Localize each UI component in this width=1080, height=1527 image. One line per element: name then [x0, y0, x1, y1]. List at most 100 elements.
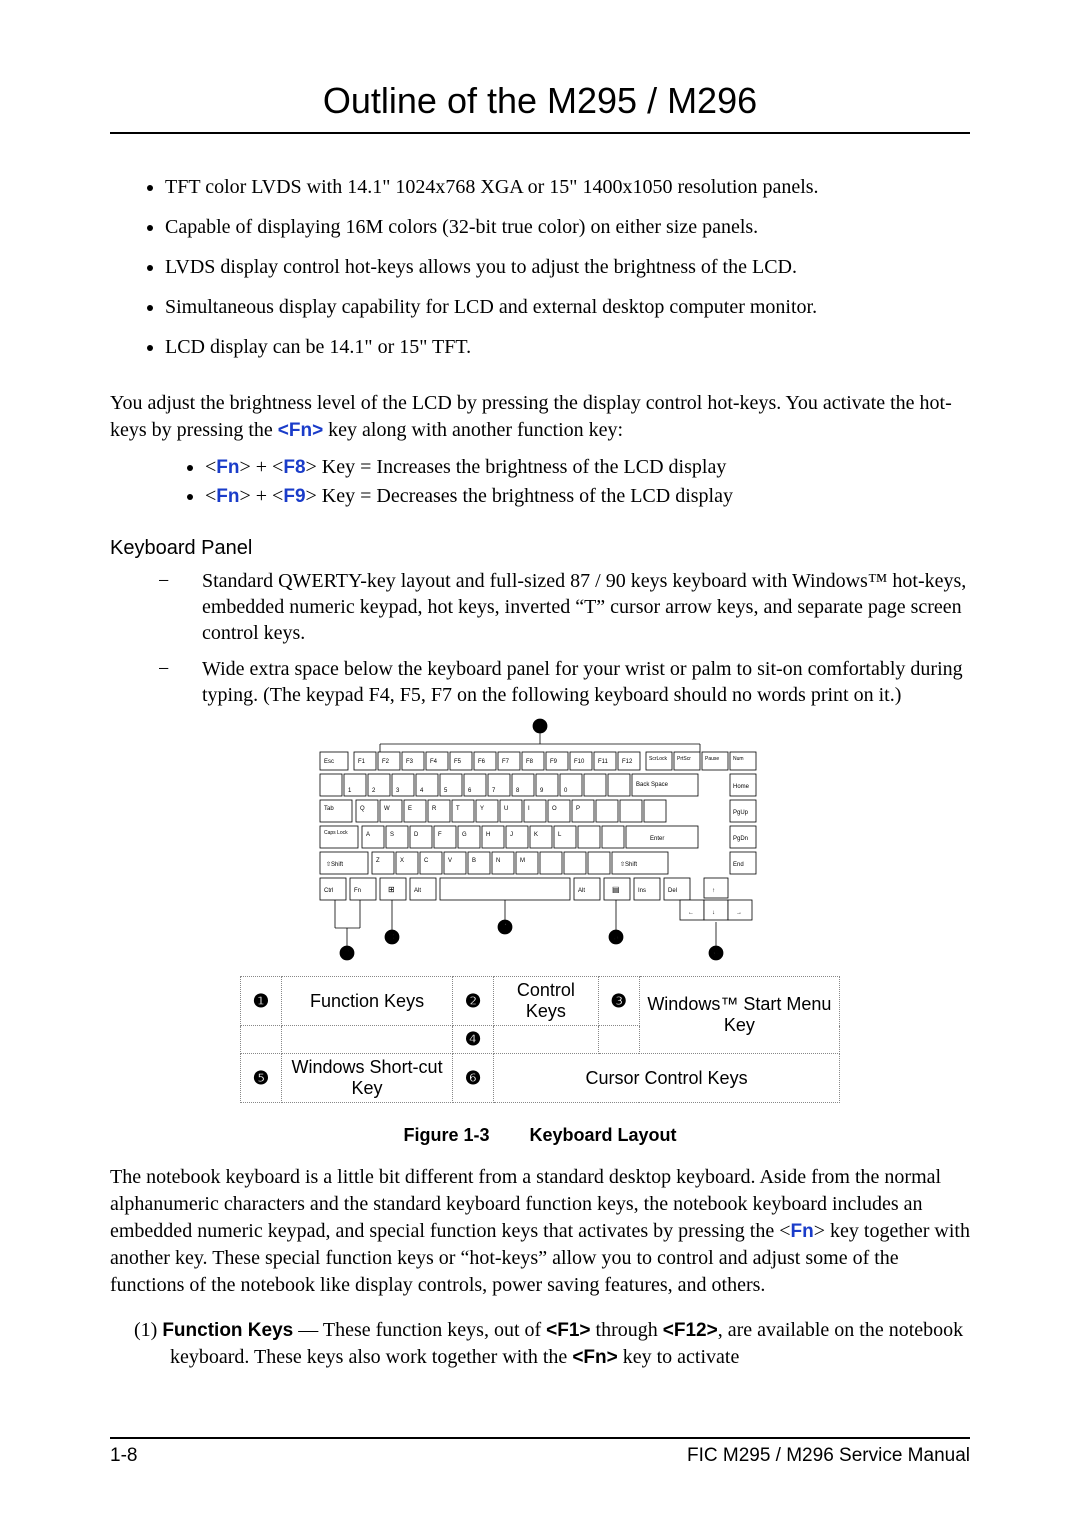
f8-key-label: F8 [283, 457, 305, 478]
svg-text:F4: F4 [430, 759, 438, 765]
svg-text:Caps Lock: Caps Lock [324, 830, 348, 836]
svg-text:Q: Q [360, 806, 365, 812]
list-item: Wide extra space below the keyboard pane… [180, 656, 970, 708]
svg-text:F6: F6 [478, 759, 486, 765]
list-item: TFT color LVDS with 14.1" 1024x768 XGA o… [165, 174, 970, 200]
table-row: ❶ Function Keys ❷ Control Keys ❸ Windows… [241, 977, 840, 1026]
manual-title: FIC M295 / M296 Service Manual [687, 1445, 970, 1467]
svg-text:Enter: Enter [650, 836, 664, 842]
page-title: Outline of the M295 / M296 [110, 80, 970, 132]
svg-text:Num: Num [733, 756, 744, 762]
svg-text:Ctrl: Ctrl [324, 888, 333, 894]
keyboard-paragraph: The notebook keyboard is a little bit di… [110, 1164, 970, 1299]
feature-list: TFT color LVDS with 14.1" 1024x768 XGA o… [110, 174, 970, 360]
page: Outline of the M295 / M296 TFT color LVD… [0, 0, 1080, 1527]
fn-key-label: Fn [216, 457, 239, 478]
list-item: LCD display can be 14.1" or 15" TFT. [165, 334, 970, 360]
item-title: Function Keys [162, 1320, 293, 1341]
legend-num-6: ❻ [453, 1054, 494, 1103]
svg-text:End: End [733, 862, 744, 868]
svg-text:5: 5 [613, 932, 618, 942]
brightness-paragraph: You adjust the brightness level of the L… [110, 390, 970, 444]
svg-text:⊞: ⊞ [388, 885, 395, 894]
legend-num-2: ❷ [453, 977, 494, 1026]
svg-text:F9: F9 [550, 759, 558, 765]
svg-text:W: W [384, 806, 390, 812]
svg-text:ScrLock: ScrLock [649, 756, 668, 762]
legend-num-3: ❸ [598, 977, 639, 1026]
svg-text:Fn: Fn [354, 888, 361, 894]
legend-text-3: Windows™ Start Menu Key [639, 977, 839, 1054]
svg-text:3: 3 [389, 932, 394, 942]
svg-text:F12: F12 [622, 759, 633, 765]
f12-key-label: <F12> [663, 1320, 718, 1341]
hotkey-list: <Fn> + <F8> Key = Increases the brightne… [110, 454, 970, 509]
fn-key-label: Fn [216, 486, 239, 507]
svg-text:Del: Del [668, 888, 677, 894]
list-item: Simultaneous display capability for LCD … [165, 294, 970, 320]
svg-text:4: 4 [502, 922, 507, 932]
svg-text:U: U [504, 806, 508, 812]
legend-text-1: Function Keys [282, 977, 453, 1026]
legend-num-4: ❹ [453, 1026, 494, 1054]
caption-text: Keyboard Layout [530, 1125, 677, 1145]
svg-text:F3: F3 [406, 759, 414, 765]
list-item: <Fn> + <F8> Key = Increases the brightne… [205, 454, 970, 481]
list-item: Standard QWERTY-key layout and full-size… [180, 568, 970, 646]
svg-text:K: K [534, 832, 538, 838]
svg-text:R: R [432, 806, 437, 812]
svg-text:Ins: Ins [638, 888, 646, 894]
keyboard-diagram: 1 EscF1F2F3F4F5F6F7F8F9F10F11F12 ScrLock… [280, 718, 800, 968]
caption-label: Figure 1-3 [403, 1125, 489, 1146]
f1-key-label: <F1> [546, 1320, 590, 1341]
title-rule [110, 132, 970, 134]
svg-text:S: S [390, 832, 394, 838]
svg-text:⇧Shift: ⇧Shift [326, 861, 343, 868]
svg-text:G: G [462, 832, 467, 838]
list-item: <Fn> + <F9> Key = Decreases the brightne… [205, 483, 970, 510]
svg-text:1: 1 [537, 721, 542, 731]
svg-text:X: X [400, 858, 404, 864]
svg-text:T: T [456, 806, 460, 812]
svg-text:J: J [510, 832, 513, 838]
svg-text:Alt: Alt [578, 888, 585, 894]
svg-text:6: 6 [713, 948, 718, 958]
svg-text:Tab: Tab [324, 806, 334, 812]
f9-key-label: F9 [283, 486, 305, 507]
svg-text:F1: F1 [358, 759, 366, 765]
svg-text:PgDn: PgDn [733, 836, 748, 842]
svg-text:H: H [486, 832, 490, 838]
list-item: LVDS display control hot-keys allows you… [165, 254, 970, 280]
svg-text:2: 2 [344, 948, 349, 958]
svg-text:←: ← [688, 910, 694, 916]
svg-text:A: A [366, 832, 370, 838]
svg-text:F2: F2 [382, 759, 390, 765]
svg-text:F8: F8 [526, 759, 534, 765]
svg-text:PgUp: PgUp [733, 810, 749, 816]
numbered-item-1: (1) Function Keys — These function keys,… [110, 1317, 970, 1371]
svg-text:M: M [520, 858, 525, 864]
svg-text:Esc: Esc [324, 759, 334, 765]
svg-text:C: C [424, 858, 429, 864]
svg-text:↓: ↓ [712, 910, 715, 916]
svg-text:Back Space: Back Space [636, 782, 669, 788]
svg-text:F11: F11 [598, 759, 609, 765]
svg-text:D: D [414, 832, 419, 838]
svg-text:↑: ↑ [712, 888, 715, 894]
fn-key-label: <Fn> [278, 420, 323, 441]
text: key to activate [618, 1346, 740, 1368]
svg-text:Z: Z [376, 858, 380, 864]
svg-text:F10: F10 [574, 759, 585, 765]
svg-text:F5: F5 [454, 759, 462, 765]
svg-text:N: N [496, 858, 500, 864]
legend-text-5: Windows Short-cut Key [282, 1054, 453, 1103]
svg-text:V: V [448, 858, 452, 864]
table-row: ❺ Windows Short-cut Key ❻ Cursor Control… [241, 1054, 840, 1103]
svg-text:O: O [552, 806, 557, 812]
svg-text:→: → [736, 910, 742, 916]
svg-text:F: F [438, 832, 442, 838]
legend-num-5: ❺ [241, 1054, 282, 1103]
svg-text:E: E [408, 806, 412, 812]
text: — These function keys, out of [293, 1319, 546, 1341]
svg-text:B: B [472, 858, 476, 864]
